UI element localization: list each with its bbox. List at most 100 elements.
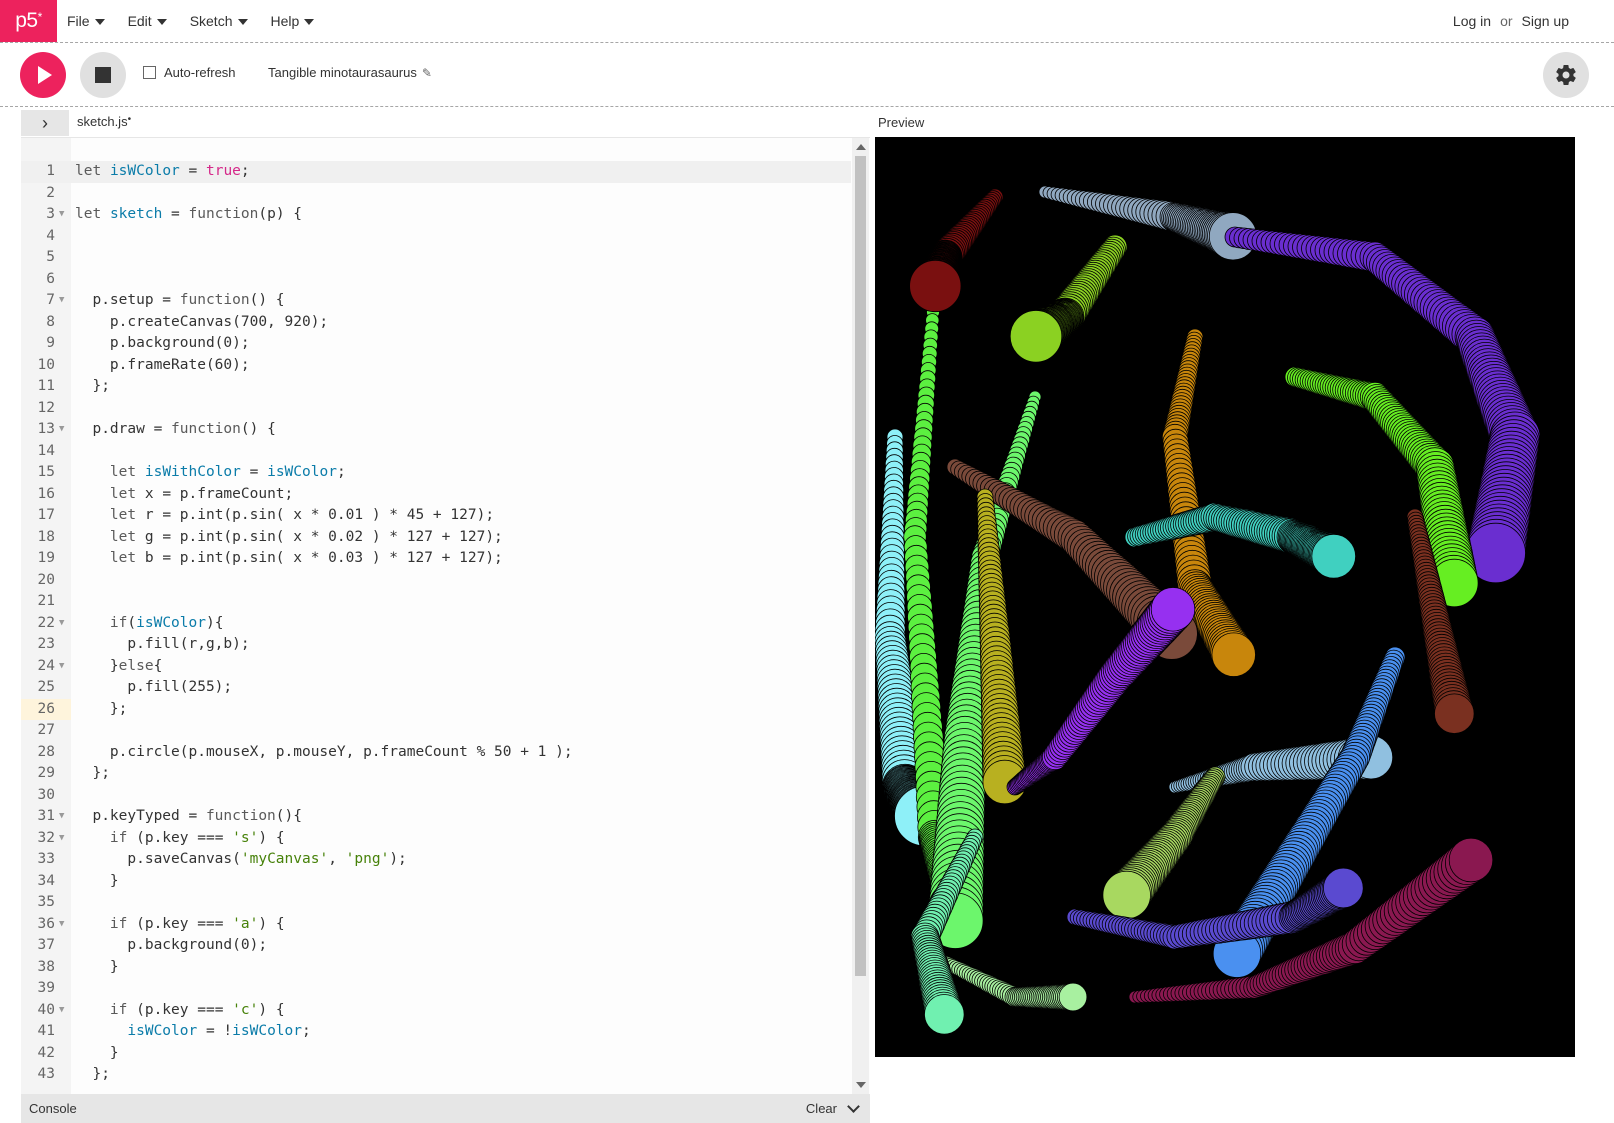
- top-nav: p5 * File Edit Sketch Help Log in or Sign…: [0, 0, 1614, 43]
- editor-scrollbar[interactable]: [852, 138, 869, 1094]
- auth-links: Log in or Sign up: [1453, 0, 1569, 42]
- code-line[interactable]: 27: [21, 720, 851, 742]
- code-line[interactable]: 35: [21, 892, 851, 914]
- code-line[interactable]: 12: [21, 398, 851, 420]
- line-text: p.background(0);: [75, 937, 268, 953]
- line-text: let x = p.frameCount;: [109, 485, 294, 502]
- code-line[interactable]: 42 }: [21, 1043, 851, 1065]
- sketch-name-text: Tangible minotaurasaurus: [268, 65, 417, 80]
- code-line[interactable]: 2: [21, 183, 851, 205]
- line-text: p.circle(p.mouseX, p.mouseY, p.frameCoun…: [75, 743, 573, 760]
- code-line[interactable]: 20: [21, 570, 851, 592]
- login-link[interactable]: Log in: [1453, 13, 1491, 29]
- circle-trail: [1006, 587, 1196, 796]
- code-line[interactable]: 15 let isWithColor = isWColor;: [21, 462, 851, 484]
- code-line[interactable]: 1 let isWColor = true;: [21, 161, 851, 183]
- code-line[interactable]: 29 };: [21, 763, 851, 785]
- code-line[interactable]: 36 ▼ if (p.key === 'a') {: [21, 914, 851, 936]
- code-line[interactable]: 23 p.fill(r,g,b);: [21, 634, 851, 656]
- sketch-name[interactable]: Tangible minotaurasaurus ✎: [268, 65, 432, 80]
- line-text: }: [75, 872, 119, 889]
- fold-arrow-icon[interactable]: ▼: [59, 914, 64, 936]
- auto-refresh-checkbox[interactable]: [143, 66, 156, 79]
- code-line[interactable]: 5: [21, 247, 851, 269]
- line-number: 19: [37, 550, 55, 566]
- code-line[interactable]: 38 }: [21, 957, 851, 979]
- fold-arrow-icon[interactable]: ▼: [59, 613, 64, 635]
- code-line[interactable]: 8 p.createCanvas(700, 920);: [21, 312, 851, 334]
- code-line[interactable]: 13 ▼ p.draw = function() {: [21, 419, 851, 441]
- code-line[interactable]: 41 isWColor = !isWColor;: [21, 1021, 851, 1043]
- code-line[interactable]: 28 p.circle(p.mouseX, p.mouseY, p.frameC…: [21, 742, 851, 764]
- logo-asterisk: *: [37, 10, 43, 24]
- editor-header: › sketch.js•: [0, 107, 870, 137]
- preview-canvas[interactable]: [875, 137, 1575, 1057]
- fold-arrow-icon[interactable]: ▼: [59, 1000, 64, 1022]
- line-number: 7: [46, 292, 55, 308]
- fold-arrow-icon[interactable]: ▼: [59, 290, 64, 312]
- line-number: 35: [37, 894, 55, 910]
- code-line[interactable]: 40 ▼ if (p.key === 'c') {: [21, 1000, 851, 1022]
- trail-circle: [1322, 867, 1364, 909]
- console-clear-button[interactable]: Clear: [806, 1101, 837, 1116]
- menu-help[interactable]: Help: [271, 13, 315, 29]
- caret-down-icon: [304, 19, 315, 25]
- code-line[interactable]: 6: [21, 269, 851, 291]
- code-line[interactable]: 18 let g = p.int(p.sin( x * 0.02 ) * 127…: [21, 527, 851, 549]
- trail-circle: [909, 259, 962, 313]
- code-line[interactable]: 34 }: [21, 871, 851, 893]
- code-line[interactable]: 32 ▼ if (p.key === 's') {: [21, 828, 851, 850]
- code-line[interactable]: 37 p.background(0);: [21, 935, 851, 957]
- code-line[interactable]: 7 ▼ p.setup = function() {: [21, 290, 851, 312]
- menu-help-label: Help: [270, 13, 300, 29]
- expand-sidebar-button[interactable]: ›: [21, 110, 69, 136]
- code-line[interactable]: 21: [21, 591, 851, 613]
- chevron-down-icon[interactable]: [847, 1100, 860, 1113]
- code-line[interactable]: 26 };: [21, 698, 851, 720]
- code-line[interactable]: 19 let b = p.int(p.sin( x * 0.03 ) * 127…: [21, 548, 851, 570]
- code-line[interactable]: 17 let r = p.int(p.sin( x * 0.01 ) * 45 …: [21, 505, 851, 527]
- p5-logo[interactable]: p5 *: [0, 0, 57, 42]
- play-button[interactable]: [20, 52, 66, 98]
- scroll-up-arrow-icon[interactable]: [856, 144, 866, 150]
- code-line[interactable]: 39: [21, 978, 851, 1000]
- fold-arrow-icon[interactable]: ▼: [59, 656, 64, 678]
- line-number: 41: [37, 1023, 55, 1039]
- line-text: p.createCanvas(700, 920);: [75, 313, 329, 330]
- code-line[interactable]: 33 p.saveCanvas('myCanvas', 'png');: [21, 849, 851, 871]
- pencil-icon[interactable]: ✎: [422, 66, 432, 80]
- console-bar[interactable]: Console Clear: [21, 1094, 870, 1123]
- scroll-thumb[interactable]: [855, 156, 866, 976]
- scroll-down-arrow-icon[interactable]: [856, 1082, 866, 1088]
- tab-file-name: sketch.js: [77, 114, 128, 129]
- fold-arrow-icon[interactable]: ▼: [59, 419, 64, 441]
- settings-button[interactable]: [1543, 52, 1589, 98]
- tab-sketch-js[interactable]: sketch.js•: [77, 114, 131, 129]
- code-line[interactable]: 25 p.fill(255);: [21, 677, 851, 699]
- code-line[interactable]: 22 ▼ if(isWColor){: [21, 613, 851, 635]
- code-line[interactable]: 31 ▼ p.keyTyped = function(){: [21, 806, 851, 828]
- line-number: 17: [37, 507, 55, 523]
- stop-button[interactable]: [80, 52, 126, 98]
- signup-link[interactable]: Sign up: [1522, 13, 1569, 29]
- code-line[interactable]: 11 };: [21, 376, 851, 398]
- code-line[interactable]: 16 let x = p.frameCount;: [21, 484, 851, 506]
- auto-refresh-toggle[interactable]: Auto-refresh: [143, 65, 236, 80]
- trail-circle: [1150, 587, 1196, 632]
- fold-arrow-icon[interactable]: ▼: [59, 204, 64, 226]
- code-line[interactable]: 43 };: [21, 1064, 851, 1086]
- code-editor[interactable]: 1 let isWColor = true; 2 3 ▼ let sketch = fun…: [21, 137, 870, 1094]
- code-line[interactable]: 3 ▼ let sketch = function(p) {: [21, 204, 851, 226]
- code-line[interactable]: 10 p.frameRate(60);: [21, 355, 851, 377]
- code-line[interactable]: 4: [21, 226, 851, 248]
- code-lines[interactable]: 1 let isWColor = true; 2 3 ▼ let sketch = fun…: [21, 161, 851, 1086]
- fold-arrow-icon[interactable]: ▼: [59, 806, 64, 828]
- code-line[interactable]: 30: [21, 785, 851, 807]
- code-line[interactable]: 9 p.background(0);: [21, 333, 851, 355]
- fold-arrow-icon[interactable]: ▼: [59, 828, 64, 850]
- menu-sketch[interactable]: Sketch: [190, 13, 248, 29]
- menu-file[interactable]: File: [67, 13, 105, 29]
- code-line[interactable]: 14: [21, 441, 851, 463]
- menu-edit[interactable]: Edit: [128, 13, 167, 29]
- code-line[interactable]: 24 ▼ }else{: [21, 656, 851, 678]
